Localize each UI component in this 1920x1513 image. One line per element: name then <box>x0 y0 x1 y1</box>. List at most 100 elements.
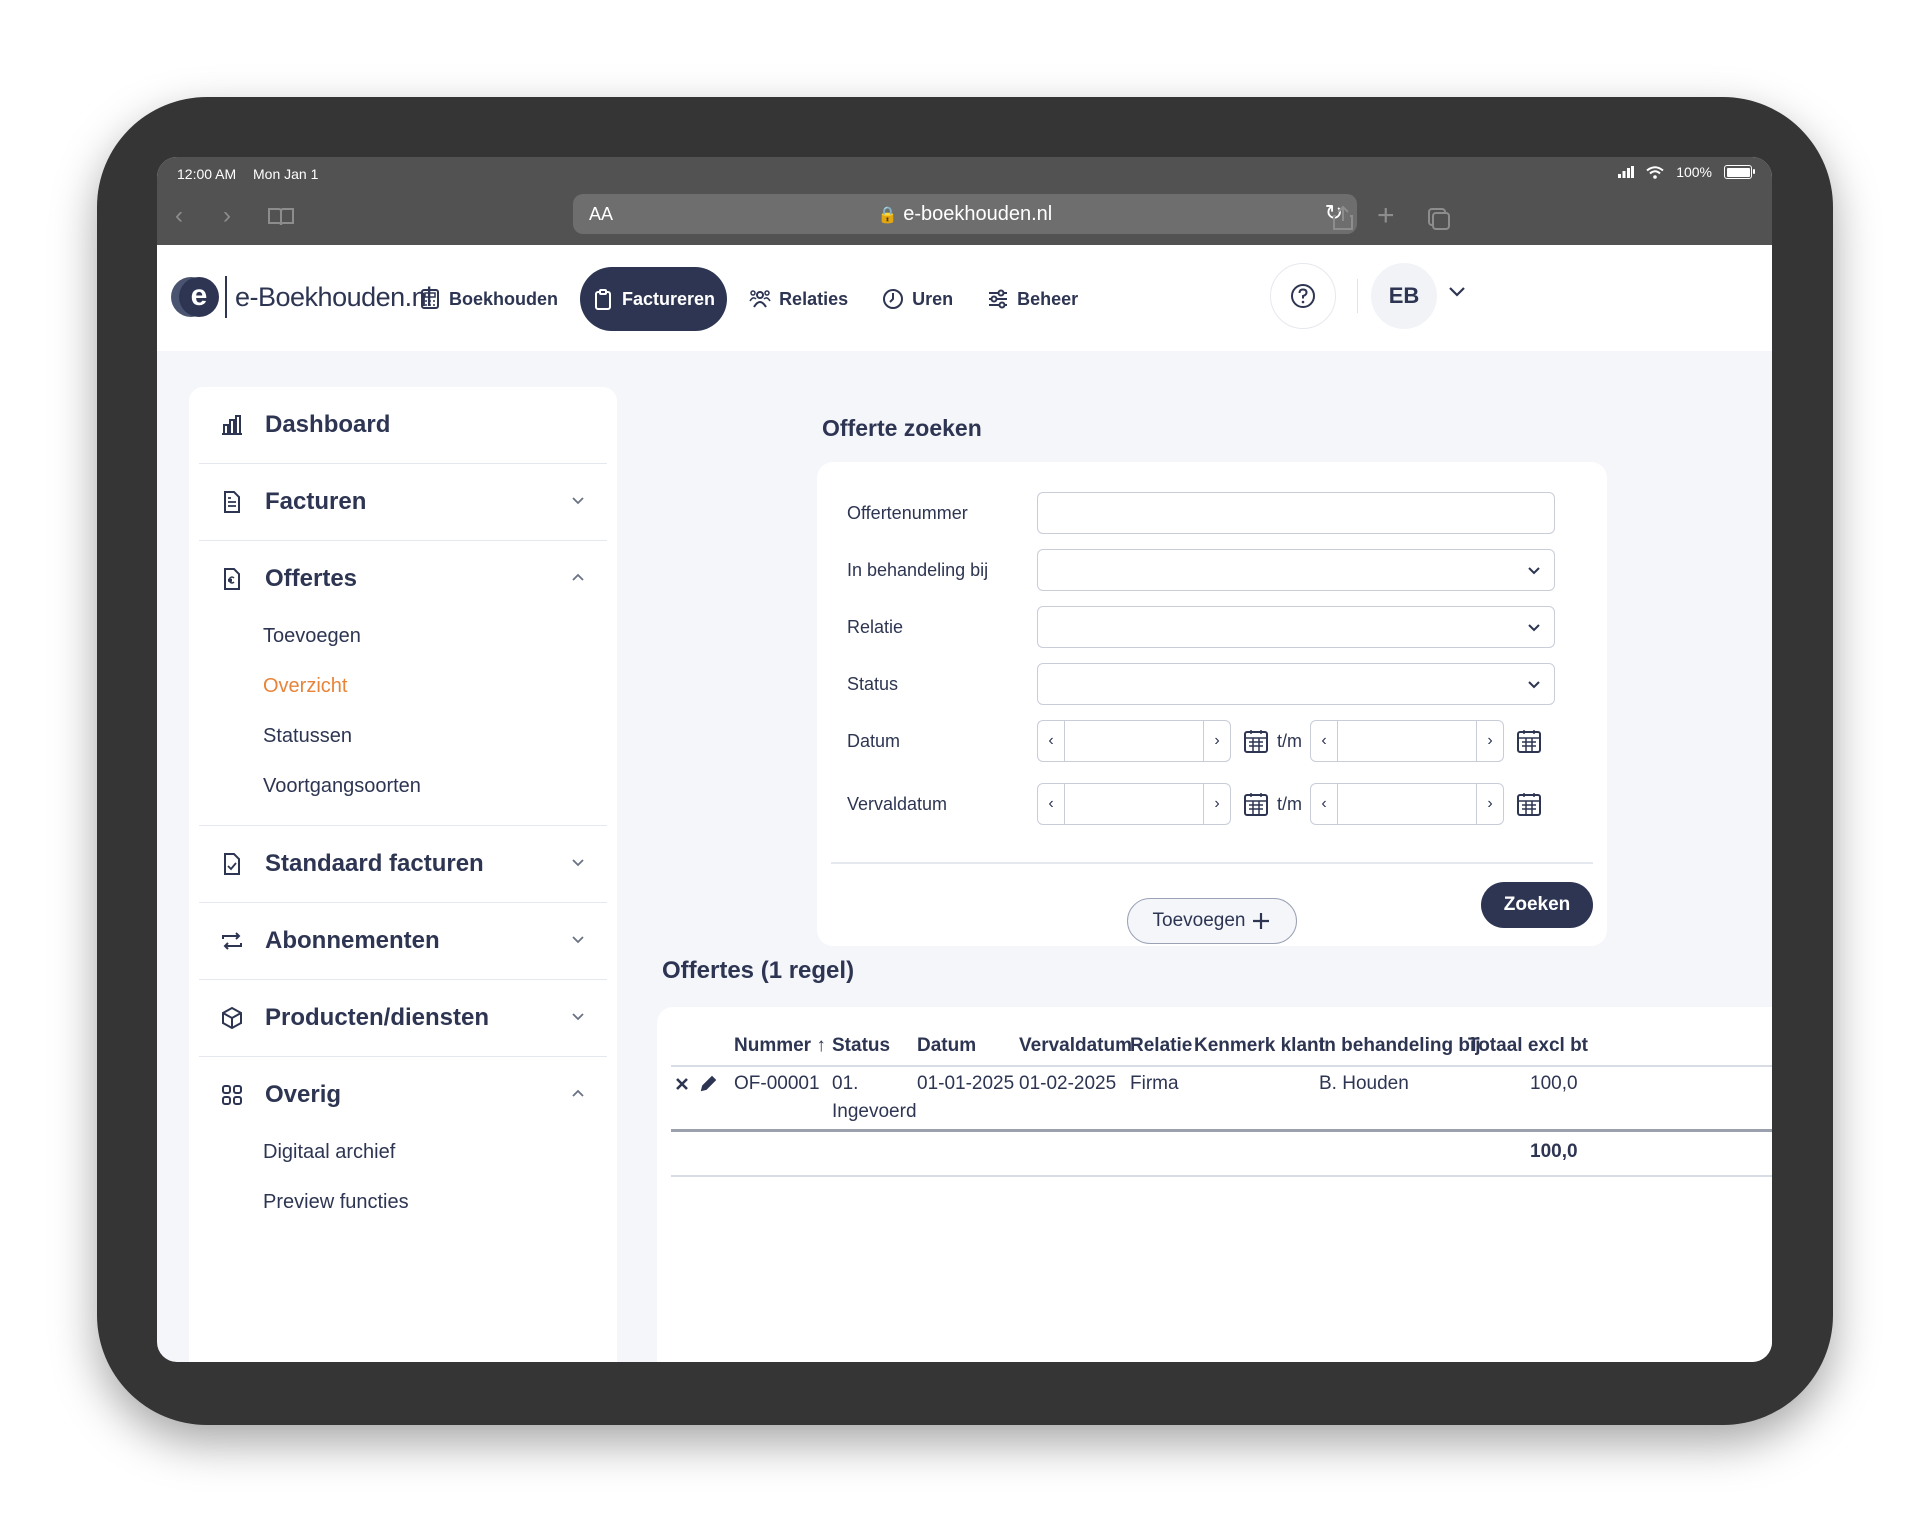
chevron-up-icon[interactable] <box>569 569 587 587</box>
sidebar-item-dashboard[interactable]: Dashboard <box>199 387 607 463</box>
question-icon <box>1291 284 1315 308</box>
sidebar-section-producten[interactable]: Producten/diensten <box>199 980 607 1057</box>
prev-day-button[interactable]: ‹ <box>1038 784 1064 824</box>
sidebar-section-dashboard[interactable]: Dashboard <box>199 387 607 464</box>
nav-relaties[interactable]: Relaties <box>737 267 860 331</box>
vervaldatum-to-input[interactable] <box>1337 784 1477 824</box>
column-header-totaal[interactable]: Totaal excl bt <box>1468 1035 1588 1057</box>
status-right: 100% <box>1618 164 1755 180</box>
column-header-datum[interactable]: Datum <box>917 1035 976 1057</box>
help-button[interactable] <box>1270 263 1336 329</box>
tabs-icon[interactable] <box>1427 207 1451 231</box>
sidebar-item-abonnementen[interactable]: Abonnementen <box>199 903 607 979</box>
prev-day-button[interactable]: ‹ <box>1038 721 1064 761</box>
column-header-status[interactable]: Status <box>832 1035 890 1057</box>
screen: 12:00 AM Mon Jan 1 100% ‹ › AA 🔒 e-boekh… <box>157 157 1772 1362</box>
range-separator: t/m <box>1277 793 1302 814</box>
calendar-icon[interactable] <box>1243 791 1269 817</box>
next-day-button[interactable]: › <box>1477 784 1503 824</box>
bar-chart-icon <box>222 415 242 435</box>
sidebar-section-offertes[interactable]: Offertes Toevoegen Overzicht Statussen V… <box>199 541 607 826</box>
nav-factureren[interactable]: Factureren <box>580 267 728 331</box>
relatie-select[interactable] <box>1037 606 1555 648</box>
app-header: e e-Boekhouden.nl Boekhouden Factureren … <box>157 245 1772 351</box>
column-header-relatie[interactable]: Relatie <box>1130 1035 1192 1057</box>
row-vervaldatum: Vervaldatum ‹ › t/m ‹ › <box>847 783 1550 825</box>
search-title: Offerte zoeken <box>822 415 982 441</box>
nav-uren[interactable]: Uren <box>870 267 965 331</box>
sidebar-section-overig[interactable]: Overig Digitaal archief Preview functies <box>199 1057 607 1241</box>
next-day-button[interactable]: › <box>1477 721 1503 761</box>
vervaldatum-from-input[interactable] <box>1064 784 1204 824</box>
sidebar-section-facturen[interactable]: Facturen <box>199 464 607 541</box>
prev-day-button[interactable]: ‹ <box>1311 721 1337 761</box>
cell-vervaldatum: 01-02-2025 <box>1019 1073 1117 1094</box>
row-status: Status <box>847 663 1555 705</box>
column-header-behandeling[interactable]: In behandeling bij <box>1319 1035 1481 1057</box>
forward-icon[interactable]: › <box>223 201 231 231</box>
bookmarks-icon[interactable] <box>267 207 295 227</box>
avatar[interactable]: EB <box>1371 263 1437 329</box>
sidebar-item-digitaal-archief[interactable]: Digitaal archief <box>263 1127 607 1177</box>
column-header-vervaldatum[interactable]: Vervaldatum <box>1019 1035 1132 1057</box>
url-display[interactable]: 🔒 e-boekhouden.nl <box>573 203 1357 226</box>
cell-status-line1: 01. <box>832 1073 859 1094</box>
add-offerte-button[interactable]: Toevoegen <box>1127 898 1297 944</box>
nav-label: Relaties <box>779 288 849 309</box>
delete-icon[interactable] <box>675 1077 689 1091</box>
sidebar-section-standaard-facturen[interactable]: Standaard facturen <box>199 826 607 903</box>
offertenummer-input[interactable] <box>1037 492 1555 534</box>
share-icon[interactable] <box>1332 205 1354 231</box>
chevron-down-icon[interactable] <box>569 492 587 510</box>
repeat-icon <box>222 932 242 950</box>
prev-day-button[interactable]: ‹ <box>1311 784 1337 824</box>
sidebar-section-abonnementen[interactable]: Abonnementen <box>199 903 607 980</box>
next-day-button[interactable]: › <box>1204 721 1230 761</box>
nav-boekhouden[interactable]: Boekhouden <box>407 267 570 331</box>
sidebar-label: Producten/diensten <box>265 1004 490 1031</box>
header-divider <box>671 1065 1772 1067</box>
sidebar-label: Abonnementen <box>265 927 440 954</box>
chevron-down-icon[interactable] <box>569 854 587 872</box>
url-text: e-boekhouden.nl <box>903 203 1053 225</box>
column-header-kenmerk[interactable]: Kenmerk klant <box>1194 1035 1325 1057</box>
sidebar-item-standaard-facturen[interactable]: Standaard facturen <box>199 826 607 902</box>
calendar-icon[interactable] <box>1516 791 1542 817</box>
new-tab-icon[interactable]: + <box>1377 201 1395 231</box>
status-select[interactable] <box>1037 663 1555 705</box>
sidebar-item-facturen[interactable]: Facturen <box>199 464 607 540</box>
sidebar-item-producten[interactable]: Producten/diensten <box>199 980 607 1056</box>
nav-beheer[interactable]: Beheer <box>975 267 1090 331</box>
sidebar-item-preview-functies[interactable]: Preview functies <box>263 1177 607 1227</box>
chevron-up-icon[interactable] <box>569 1085 587 1103</box>
behandeling-select[interactable] <box>1037 549 1555 591</box>
calendar-icon[interactable] <box>1243 728 1269 754</box>
sidebar-label: Dashboard <box>265 411 391 438</box>
sidebar-item-toevoegen[interactable]: Toevoegen <box>263 611 607 661</box>
search-button[interactable]: Zoeken <box>1481 882 1593 928</box>
sidebar-item-voortgangsoorten[interactable]: Voortgangsoorten <box>263 761 607 811</box>
chevron-down-icon[interactable] <box>1447 281 1467 301</box>
back-icon[interactable]: ‹ <box>175 201 183 231</box>
edit-icon[interactable] <box>699 1075 717 1093</box>
battery-percent: 100% <box>1676 164 1712 180</box>
chevron-down-icon <box>1528 624 1540 632</box>
lock-icon: 🔒 <box>877 207 898 224</box>
chevron-down-icon[interactable] <box>569 931 587 949</box>
column-header-nummer[interactable]: Nummer ↑ <box>734 1035 826 1057</box>
sidebar-item-overzicht[interactable]: Overzicht <box>263 661 607 711</box>
chevron-down-icon[interactable] <box>569 1008 587 1026</box>
sidebar-item-overig[interactable]: Overig <box>199 1057 607 1133</box>
datum-to-input[interactable] <box>1337 721 1477 761</box>
next-day-button[interactable]: › <box>1204 784 1230 824</box>
cell-nummer[interactable]: OF-00001 <box>734 1073 820 1095</box>
calendar-icon[interactable] <box>1516 728 1542 754</box>
status-time: 12:00 AM <box>177 166 237 182</box>
sidebar-item-statussen[interactable]: Statussen <box>263 711 607 761</box>
sidebar: Dashboard Facturen Offertes Toevoegen Ov… <box>189 387 617 1362</box>
logo[interactable]: e e-Boekhouden.nl <box>171 275 432 319</box>
clock-icon <box>883 289 904 309</box>
sidebar-item-offertes[interactable]: Offertes <box>199 541 607 617</box>
datum-from-input[interactable] <box>1064 721 1204 761</box>
address-bar[interactable]: AA 🔒 e-boekhouden.nl ↻ <box>573 194 1357 234</box>
